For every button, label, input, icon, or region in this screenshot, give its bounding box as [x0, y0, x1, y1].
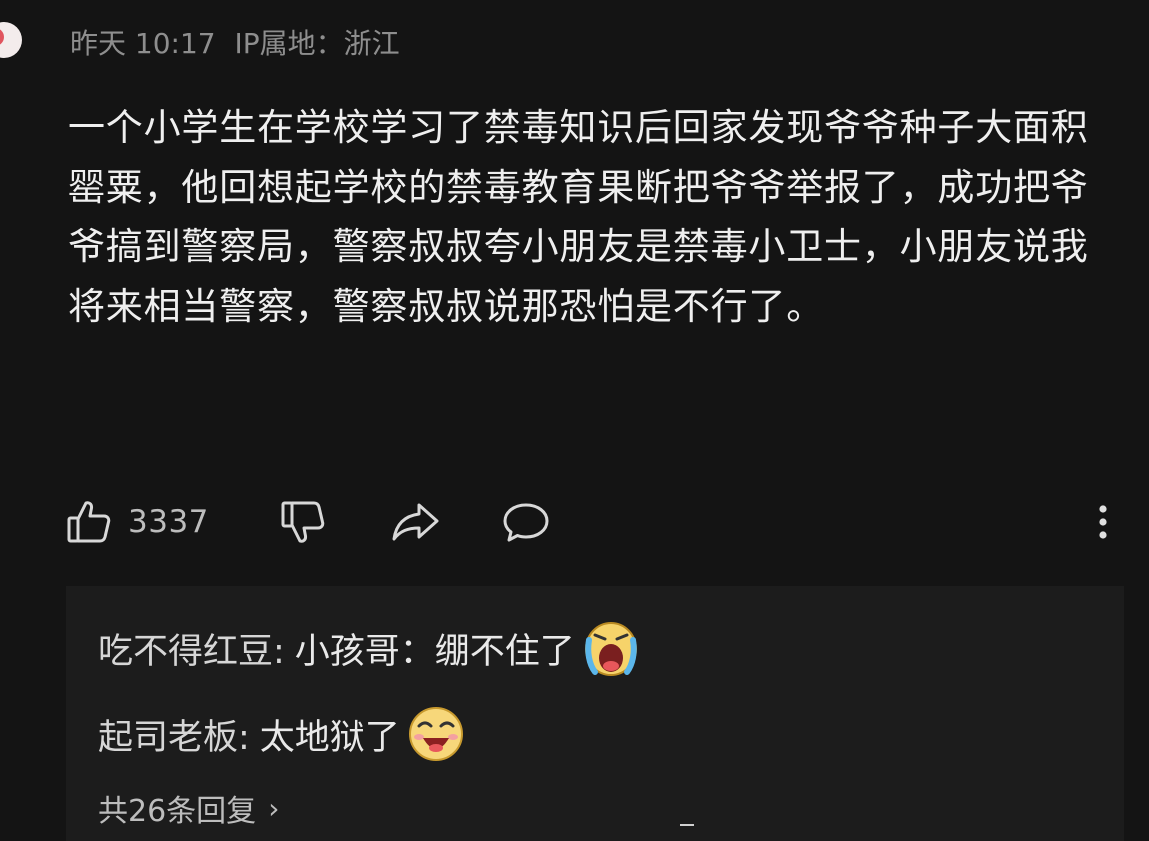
comment-bubble-icon [500, 497, 552, 547]
reply-text: 小孩哥：绷不住了 [294, 631, 575, 672]
avatar-badge: 大 [0, 28, 4, 46]
text-cursor [680, 824, 694, 826]
reply-text: 太地狱了 [259, 717, 400, 758]
dislike-button[interactable] [278, 494, 328, 550]
more-options-button[interactable] [1090, 494, 1116, 550]
more-replies-label: 共26条回复 [98, 794, 257, 829]
laughing-emoji-icon [406, 704, 466, 764]
more-vertical-icon [1090, 497, 1116, 547]
comment-meta: 昨天 10:17 IP属地：浙江 [70, 22, 400, 62]
like-button[interactable]: 3337 [64, 494, 209, 550]
thumbs-up-icon [64, 497, 114, 547]
view-more-replies-link[interactable]: 共26条回复 › [98, 786, 279, 830]
reply-author[interactable]: 起司老板: [98, 709, 250, 760]
comment-time: 昨天 10:17 [70, 27, 216, 60]
comment-text: 一个小学生在学校学习了禁毒知识后回家发现爷爷种子大面积罂粟，他回想起学校的禁毒教… [68, 106, 1089, 328]
reply-button[interactable] [500, 494, 552, 550]
crying-emoji-icon [581, 618, 641, 678]
reply-item[interactable]: 吃不得红豆: 小孩哥：绷不住了 [98, 618, 641, 678]
chevron-right-icon: › [268, 791, 280, 825]
thumbs-down-icon [278, 497, 328, 547]
comment-action-bar: 3337 [64, 494, 1124, 550]
reply-item[interactable]: 起司老板: 太地狱了 [98, 704, 466, 764]
avatar[interactable]: 大 [0, 22, 22, 58]
share-button[interactable] [390, 494, 442, 550]
reply-author[interactable]: 吃不得红豆: [98, 623, 285, 674]
replies-panel: 吃不得红豆: 小孩哥：绷不住了 起司老板: 太地狱了 共26条回复 › [66, 586, 1124, 841]
share-arrow-icon [390, 497, 442, 547]
ip-location: IP属地：浙江 [234, 27, 400, 60]
like-count: 3337 [128, 504, 209, 540]
